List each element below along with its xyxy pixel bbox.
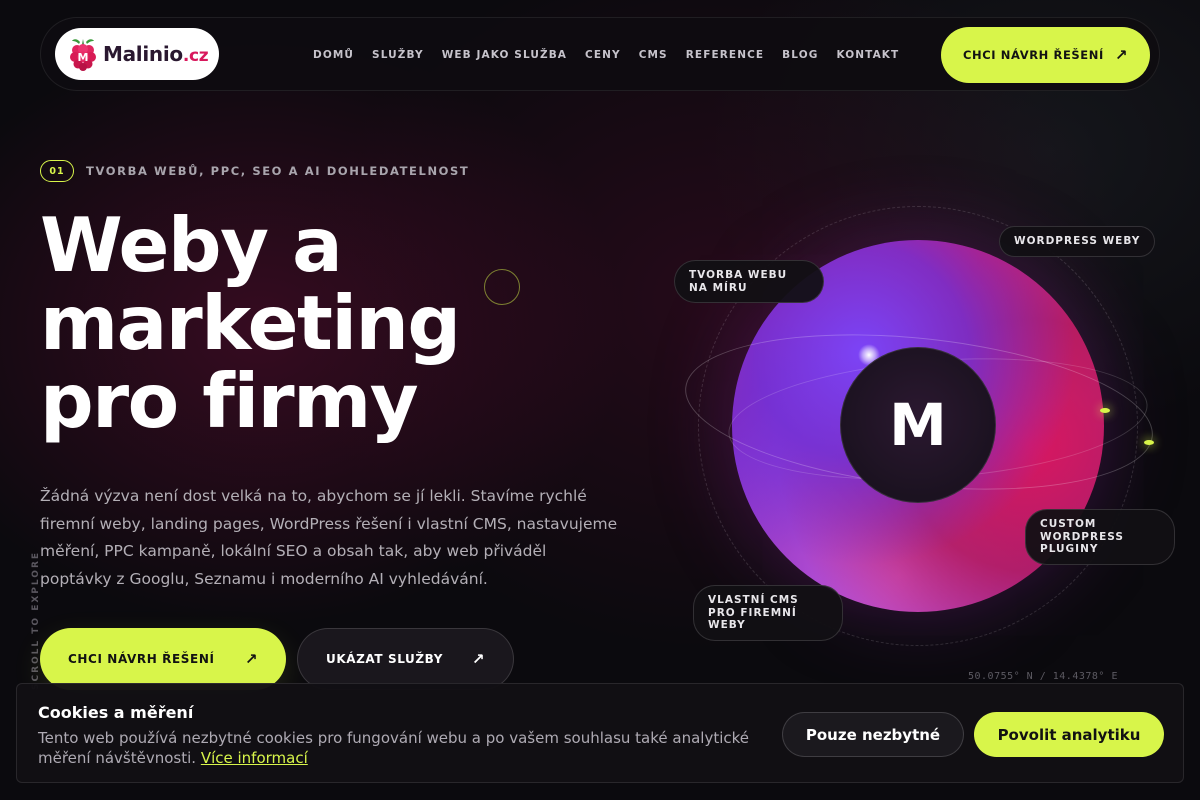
hero-secondary-label: UKÁZAT SLUŽBY — [326, 652, 444, 666]
cookie-text: Tento web používá nezbytné cookies pro f… — [38, 728, 758, 768]
hero-primary-label: CHCI NÁVRH ŘEŠENÍ — [68, 652, 215, 666]
chip-wordpress: WORDPRESS WEBY — [999, 226, 1156, 257]
eyebrow-text: TVORBA WEBŮ, PPC, SEO A AI DOHLEDATELNOS… — [86, 164, 470, 178]
main-nav: DOMŮ SLUŽBY WEB JAKO SLUŽBA CENY CMS REF… — [313, 18, 899, 92]
hero-secondary-button[interactable]: UKÁZAT SLUŽBY ↗ — [297, 628, 514, 690]
cookie-text-body: Tento web používá nezbytné cookies pro f… — [38, 729, 750, 767]
nav-item-cms[interactable]: CMS — [639, 49, 668, 61]
hero-primary-button[interactable]: CHCI NÁVRH ŘEŠENÍ ↗ — [40, 628, 286, 690]
decorative-circle — [484, 269, 520, 305]
scroll-hint: SCROLL TO EXPLORE — [31, 550, 41, 690]
cookie-banner: Cookies a měření Tento web používá nezby… — [16, 683, 1184, 783]
nav-item-web-as-service[interactable]: WEB JAKO SLUŽBA — [442, 49, 567, 61]
coordinates-readout: 50.0755° N / 14.4378° E — [968, 671, 1118, 682]
nav-item-prices[interactable]: CENY — [585, 49, 621, 61]
nav-item-blog[interactable]: BLOG — [782, 49, 818, 61]
cookie-analytics-button[interactable]: Povolit analytiku — [974, 712, 1164, 757]
nav-item-references[interactable]: REFERENCE — [686, 49, 764, 61]
hero-title: Weby a marketing pro firmy — [40, 206, 600, 440]
arrow-up-right-icon: ↗ — [1114, 46, 1128, 64]
cookie-more-info-link[interactable]: Více informací — [201, 749, 308, 767]
hero-title-line-3: pro firmy — [40, 357, 419, 445]
orbit-dot — [1144, 440, 1154, 445]
cookie-necessary-button[interactable]: Pouze nezbytné — [782, 712, 964, 757]
arrow-up-right-icon: ↗ — [471, 650, 485, 668]
svg-text:M: M — [78, 51, 89, 64]
eyebrow-number-badge: 01 — [40, 160, 74, 182]
header-cta-button[interactable]: CHCI NÁVRH ŘEŠENÍ ↗ — [941, 27, 1150, 83]
logo-text: Malinio.cz — [103, 42, 209, 66]
raspberry-icon: M — [70, 39, 96, 71]
chip-plugins: CUSTOM WORDPRESS PLUGINY — [1025, 509, 1175, 565]
orbit-dot — [1100, 408, 1110, 413]
logo-tld: .cz — [182, 46, 209, 66]
hero-description: Žádná výzva není dost velká na to, abych… — [40, 487, 618, 588]
logo[interactable]: M Malinio.cz — [55, 28, 219, 80]
chip-cms: VLASTNÍ CMS PRO FIREMNÍ WEBY — [693, 585, 843, 641]
nav-item-services[interactable]: SLUŽBY — [372, 49, 424, 61]
site-header: M Malinio.cz DOMŮ SLUŽBY WEB JAKO SLUŽBA… — [40, 17, 1160, 91]
hero-eyebrow: 01 TVORBA WEBŮ, PPC, SEO A AI DOHLEDATEL… — [40, 160, 469, 182]
hero-title-line-1: Weby a — [40, 201, 343, 289]
header-cta-label: CHCI NÁVRH ŘEŠENÍ — [963, 48, 1104, 62]
arrow-up-right-icon: ↗ — [244, 650, 258, 668]
nav-item-contact[interactable]: KONTAKT — [836, 49, 899, 61]
nav-item-home[interactable]: DOMŮ — [313, 49, 354, 61]
chip-custom-web: TVORBA WEBU NA MÍRU — [674, 260, 824, 303]
orb-core-letter: M — [840, 347, 996, 503]
cookie-title: Cookies a měření — [38, 703, 194, 722]
